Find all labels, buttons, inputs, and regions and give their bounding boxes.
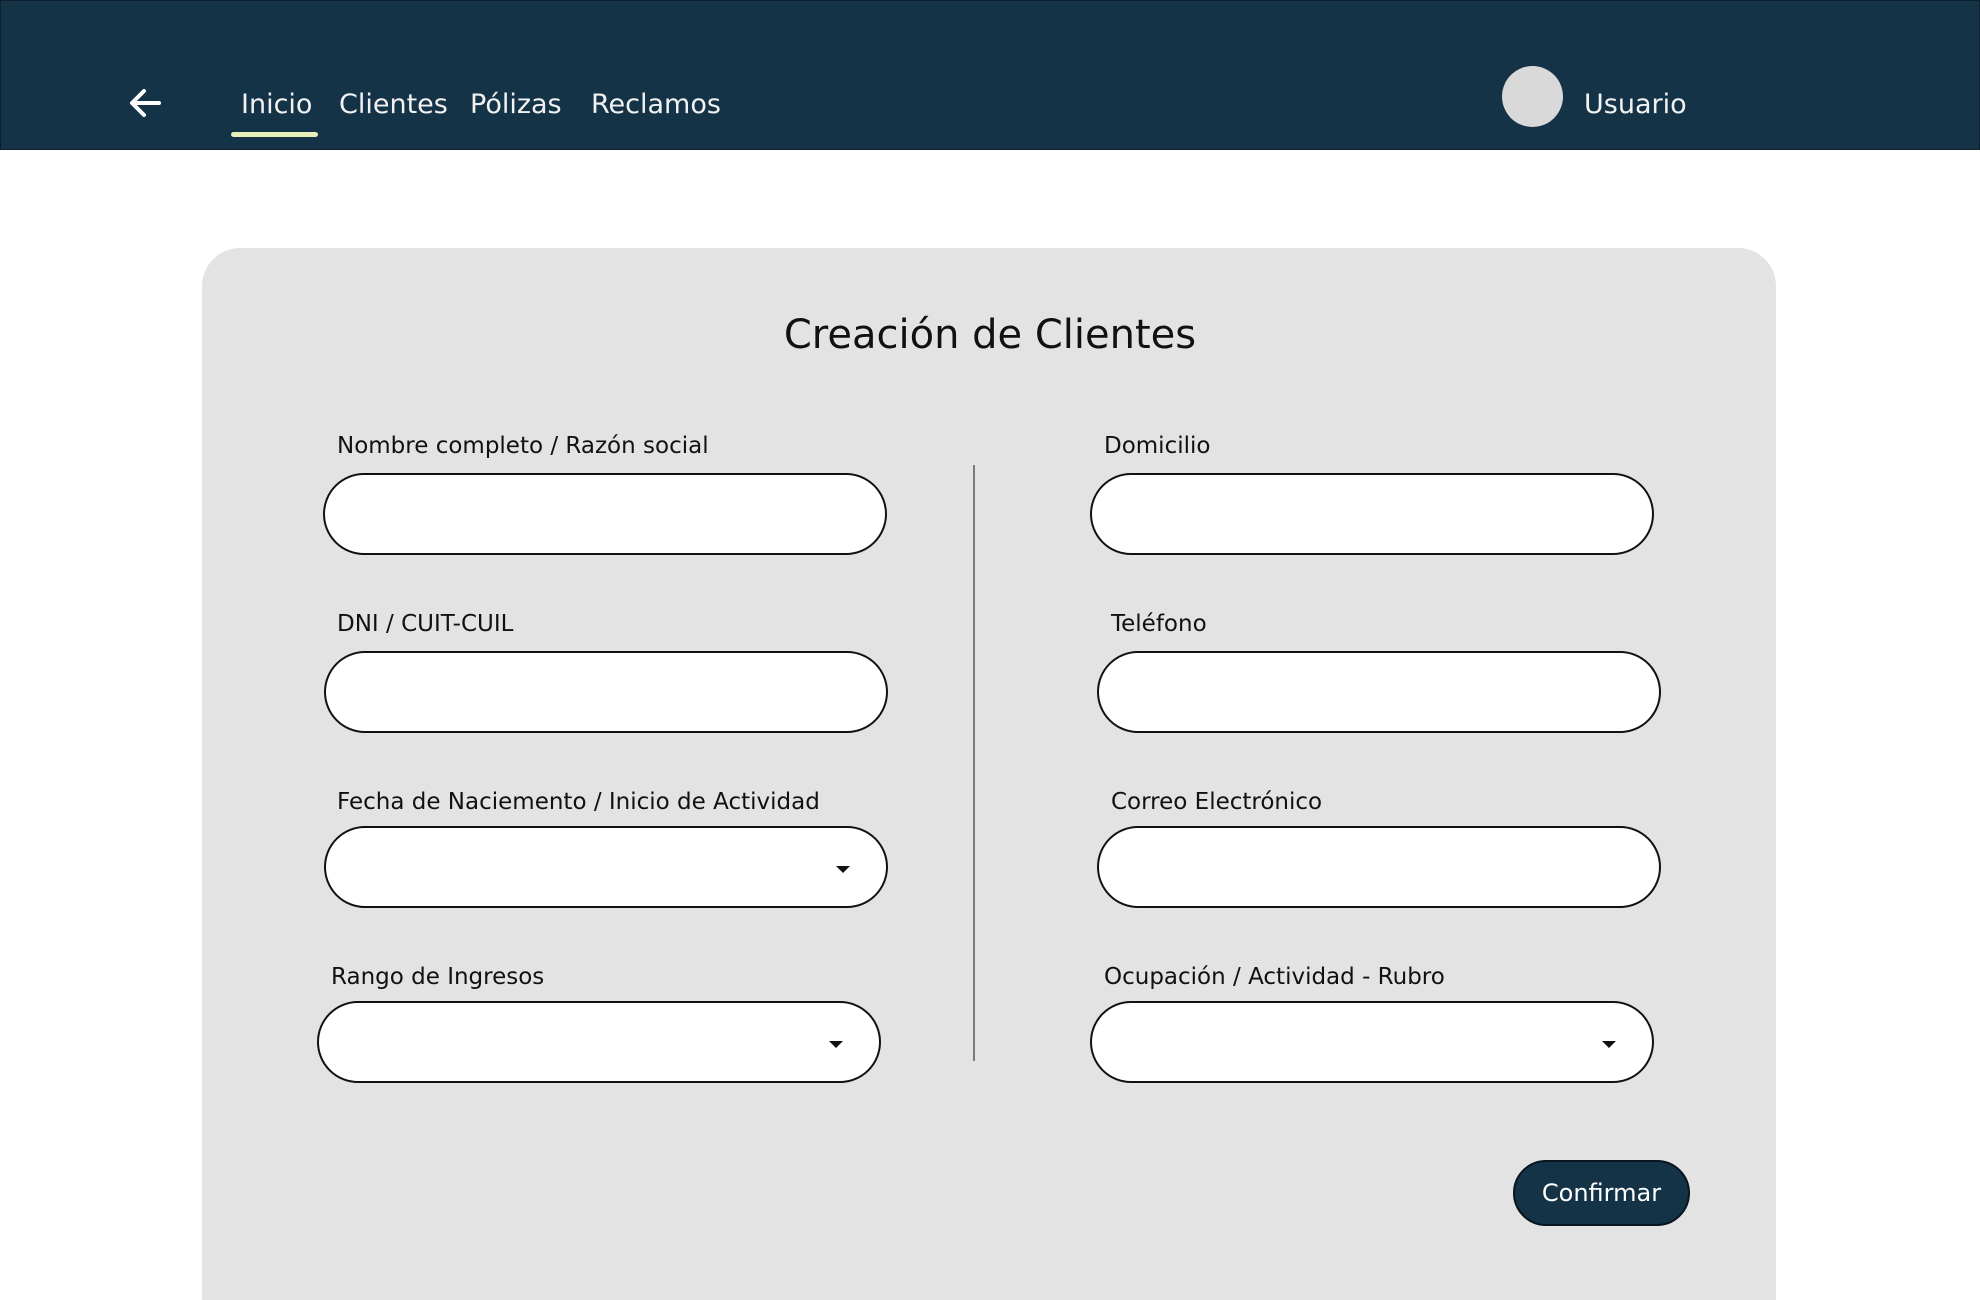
nav-item-inicio[interactable]: Inicio [241,89,312,120]
ingresos-select[interactable] [317,1001,881,1083]
nav-item-polizas[interactable]: Pólizas [470,89,562,120]
nav-item-clientes[interactable]: Clientes [339,89,448,120]
field-label-domicilio: Domicilio [1104,433,1211,459]
user-name[interactable]: Usuario [1584,89,1687,120]
field-label-nombre: Nombre completo / Razón social [337,433,709,459]
form-card [202,248,1776,1300]
caret-down-icon [836,866,850,873]
telefono-input[interactable] [1097,651,1661,733]
field-label-correo: Correo Electrónico [1111,789,1323,815]
field-label-ingresos: Rango de Ingresos [331,964,545,990]
fecha-select[interactable] [324,826,888,908]
ocupacion-select[interactable] [1090,1001,1654,1083]
caret-down-icon [829,1041,843,1048]
column-divider [973,465,975,1061]
page-title: Creación de Clientes [783,312,1197,358]
field-label-telefono: Teléfono [1111,611,1207,637]
confirm-button[interactable]: Confirmar [1513,1160,1690,1226]
nav-item-reclamos[interactable]: Reclamos [591,89,721,120]
avatar[interactable] [1502,66,1563,127]
domicilio-input[interactable] [1090,473,1654,555]
arrow-left-icon [130,89,161,117]
top-navbar: Inicio Clientes Pólizas Reclamos Usuario [0,0,1980,150]
active-nav-indicator [231,132,318,137]
field-label-fecha: Fecha de Naciemento / Inicio de Activida… [337,789,820,815]
back-button[interactable] [121,79,169,127]
field-label-ocupacion: Ocupación / Actividad - Rubro [1104,964,1445,990]
field-label-dni: DNI / CUIT-CUIL [337,611,514,637]
nombre-input[interactable] [323,473,887,555]
dni-input[interactable] [324,651,888,733]
caret-down-icon [1602,1041,1616,1048]
correo-input[interactable] [1097,826,1661,908]
